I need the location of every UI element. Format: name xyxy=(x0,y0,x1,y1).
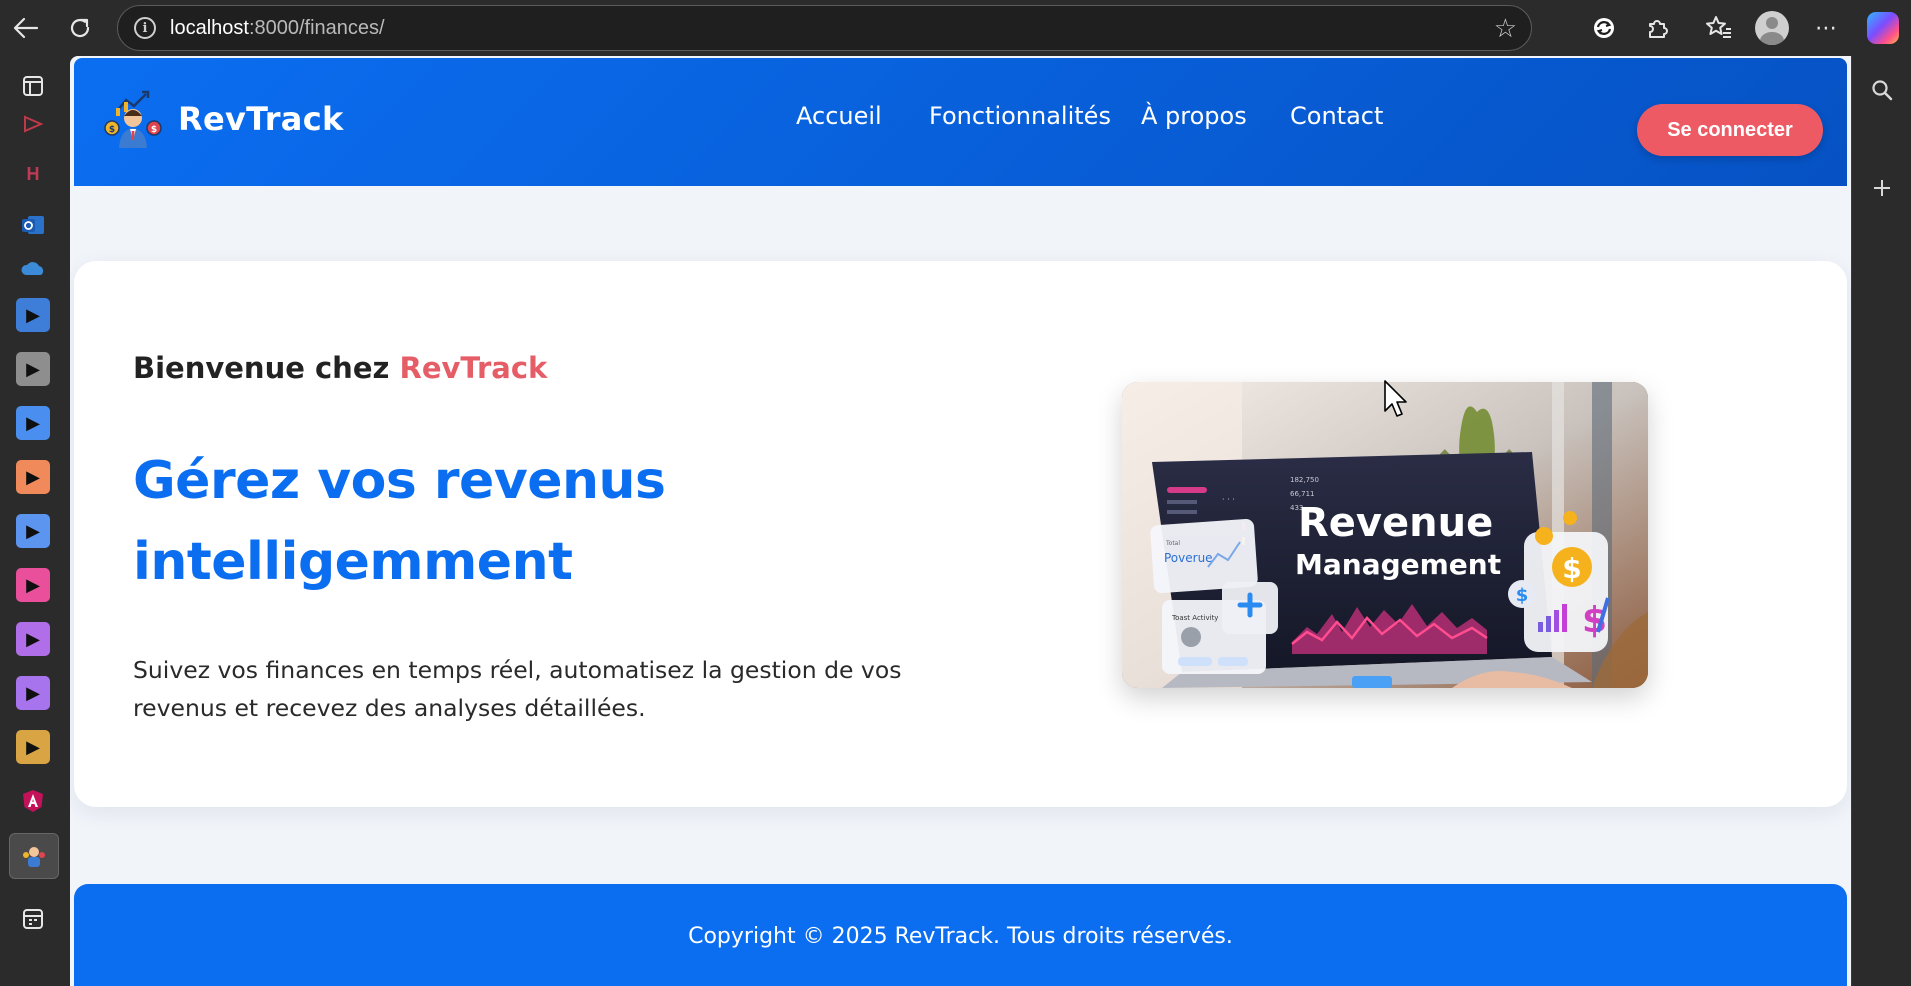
tab-favicon-video-gold[interactable]: ▶ xyxy=(15,729,51,765)
nav-link-about[interactable]: À propos xyxy=(1141,102,1247,130)
tab-favicon-revtrack-active[interactable] xyxy=(9,833,59,879)
welcome-brand: RevTrack xyxy=(399,351,548,385)
tab-favicon-video-lightblue[interactable]: ▶ xyxy=(15,405,51,441)
url-host: localhost xyxy=(170,16,249,39)
hero-description: Suivez vos finances en temps réel, autom… xyxy=(133,656,902,722)
play-icon: ▶ xyxy=(16,622,50,656)
play-icon: ▶ xyxy=(16,298,50,332)
svg-text:66,711: 66,711 xyxy=(1290,490,1315,498)
add-icon[interactable] xyxy=(1864,170,1900,206)
welcome-heading: Bienvenue chez RevTrack xyxy=(133,351,547,385)
play-icon: ▶ xyxy=(16,406,50,440)
tab-favicon-video-skyblue[interactable]: ▶ xyxy=(15,513,51,549)
browser-toolbar: i localhost:8000/finances/ ☆ ⋯ xyxy=(0,0,1911,56)
play-icon: ▶ xyxy=(16,730,50,764)
site-footer: Copyright © 2025 RevTrack. Tous droits r… xyxy=(74,884,1847,986)
login-button[interactable]: Se connecter xyxy=(1637,104,1823,156)
vertical-tabs-sidebar: H ▶ ▶ ▶ ▶ ▶ ▶ ▶ ▶ ▶ xyxy=(0,56,70,986)
copilot-icon[interactable] xyxy=(1867,12,1899,44)
svg-text:· · ·: · · · xyxy=(1222,495,1235,504)
tab-favicon-video-pink[interactable]: ▶ xyxy=(15,567,51,603)
favorite-star-icon[interactable]: ☆ xyxy=(1494,14,1517,44)
illustration-card-activity: Toast Activity xyxy=(1171,614,1218,622)
tab-favicon-video-purple[interactable]: ▶ xyxy=(15,675,51,711)
hero-card: Bienvenue chez RevTrack Gérez vos revenu… xyxy=(74,261,1847,807)
site-info-icon[interactable]: i xyxy=(134,17,156,39)
reload-icon[interactable] xyxy=(60,8,100,48)
illustration-card-label: Poverue xyxy=(1164,551,1213,565)
brand-link[interactable]: $ $ RevTrack xyxy=(104,88,344,150)
copyright-text: Copyright © 2025 RevTrack. Tous droits r… xyxy=(688,924,1233,949)
tab-actions-icon[interactable] xyxy=(15,68,51,104)
tab-favicon-onedrive[interactable] xyxy=(15,251,51,287)
illustration-card-small-label: Total xyxy=(1165,540,1180,547)
tab-favicon-h[interactable]: H xyxy=(15,156,51,192)
tab-favicon-angular[interactable] xyxy=(15,783,51,819)
play-icon: ▶ xyxy=(16,460,50,494)
page-viewport: $ $ RevTrack Accueil Fonctionnalités À p… xyxy=(70,56,1851,986)
brand-name: RevTrack xyxy=(178,100,344,138)
letter-h-icon: H xyxy=(16,157,50,191)
tab-favicon-video-orange[interactable]: ▶ xyxy=(15,459,51,495)
nav-link-contact[interactable]: Contact xyxy=(1290,102,1383,130)
play-icon: ▶ xyxy=(16,568,50,602)
url-text[interactable]: localhost:8000/finances/ xyxy=(170,17,385,40)
search-icon[interactable] xyxy=(1864,72,1900,108)
tab-center-icon[interactable] xyxy=(15,901,51,937)
hero-headline: Gérez vos revenus intelligemment xyxy=(133,451,666,592)
illustration-subtitle: Management xyxy=(1295,548,1501,581)
nav-link-home[interactable]: Accueil xyxy=(796,102,882,130)
welcome-prefix: Bienvenue chez xyxy=(133,351,390,385)
illustration-title: Revenue xyxy=(1298,500,1493,546)
more-options-icon[interactable]: ⋯ xyxy=(1806,8,1846,48)
play-icon: ▶ xyxy=(16,676,50,710)
site-header: $ $ RevTrack Accueil Fonctionnalités À p… xyxy=(74,58,1847,186)
right-sidebar xyxy=(1851,56,1911,986)
favorites-icon[interactable] xyxy=(1699,8,1739,48)
tab-favicon-play-outline[interactable] xyxy=(15,106,51,142)
nav-link-features[interactable]: Fonctionnalités xyxy=(929,102,1111,130)
tab-favicon-video-violet[interactable]: ▶ xyxy=(15,621,51,657)
svg-text:$: $ xyxy=(1516,585,1529,606)
revenue-management-illustration: · · · 182,750 66,711 433 Revenue Managem… xyxy=(1122,382,1648,688)
svg-text:$: $ xyxy=(151,125,157,135)
url-path: :8000/finances/ xyxy=(248,16,385,39)
back-icon[interactable] xyxy=(6,8,46,48)
address-bar[interactable]: i localhost:8000/finances/ ☆ xyxy=(117,5,1532,51)
svg-text:$: $ xyxy=(1562,552,1581,585)
play-icon: ▶ xyxy=(16,352,50,386)
profile-avatar-icon[interactable] xyxy=(1755,11,1789,45)
revtrack-logo-icon: $ $ xyxy=(104,90,162,148)
svg-text:182,750: 182,750 xyxy=(1290,476,1319,484)
play-icon: ▶ xyxy=(16,514,50,548)
tab-favicon-outlook[interactable] xyxy=(15,207,51,243)
svg-text:$: $ xyxy=(109,125,115,135)
extensions-icon[interactable] xyxy=(1638,8,1678,48)
sync-icon[interactable] xyxy=(1584,8,1624,48)
tab-favicon-video-blue[interactable]: ▶ xyxy=(15,297,51,333)
mouse-cursor-icon xyxy=(1384,380,1407,417)
tab-favicon-video-gray[interactable]: ▶ xyxy=(15,351,51,387)
